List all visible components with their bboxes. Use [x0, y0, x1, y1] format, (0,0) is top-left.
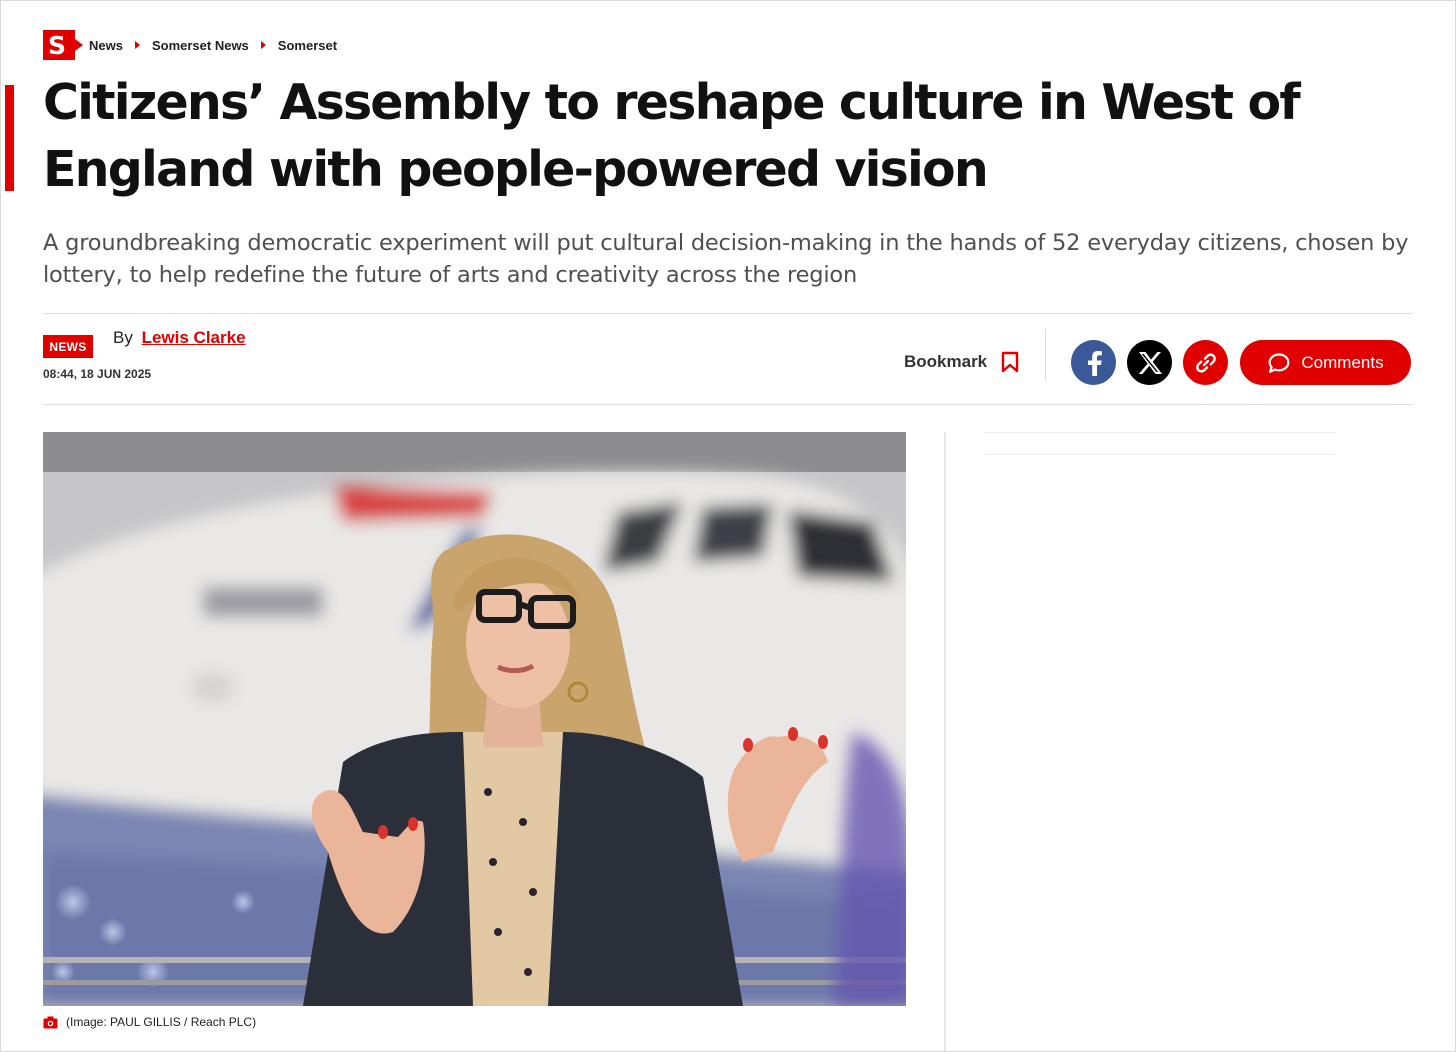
comments-button[interactable]: Comments — [1240, 340, 1411, 385]
column-divider — [944, 432, 946, 1051]
divider — [43, 313, 1413, 314]
breadcrumb-item-somerset[interactable]: Somerset — [278, 38, 337, 53]
breadcrumb-item-somerset-news[interactable]: Somerset News — [152, 38, 249, 53]
bookmark-icon — [1001, 351, 1019, 373]
comment-bubble-icon — [1269, 352, 1290, 373]
divider — [43, 404, 1413, 405]
caption-text: (Image: PAUL GILLIS / Reach PLC) — [66, 1015, 257, 1029]
facebook-share-button[interactable] — [1071, 340, 1116, 385]
article-headline: Citizens’ Assembly to reshape culture in… — [43, 74, 1301, 198]
x-icon — [1138, 351, 1162, 374]
sidebar-divider — [985, 432, 1335, 433]
breadcrumb-arrow-icon — [134, 41, 140, 49]
category-badge[interactable]: NEWS — [43, 335, 93, 358]
article-standfirst: A groundbreaking democratic experiment w… — [43, 230, 1409, 288]
byline: By Lewis Clarke — [113, 328, 246, 348]
publish-timestamp: 08:44, 18 JUN 2025 — [43, 367, 152, 381]
x-share-button[interactable] — [1127, 340, 1172, 385]
byline-prefix: By — [113, 328, 133, 347]
article-page: S News Somerset News Somerset Citizens’ … — [0, 0, 1456, 1052]
image-caption: (Image: PAUL GILLIS / Reach PLC) — [43, 1014, 256, 1030]
breadcrumb-arrow-icon — [260, 41, 266, 49]
article-hero-image[interactable] — [43, 432, 906, 1006]
author-link[interactable]: Lewis Clarke — [142, 328, 246, 347]
logo-letter: S — [47, 30, 66, 60]
breadcrumb: S News Somerset News Somerset — [43, 30, 337, 60]
facebook-icon — [1087, 350, 1102, 376]
comments-label: Comments — [1301, 352, 1384, 372]
link-icon — [1195, 352, 1216, 373]
breadcrumb-item-news[interactable]: News — [89, 38, 123, 53]
copy-link-button[interactable] — [1183, 340, 1228, 385]
sidebar-divider — [985, 454, 1335, 455]
photo-illustration — [43, 432, 906, 1006]
action-divider — [1045, 329, 1046, 381]
camera-icon — [43, 1016, 58, 1028]
site-logo[interactable]: S — [43, 30, 83, 60]
bookmark-button[interactable]: Bookmark — [904, 349, 1019, 375]
headline-accent-bar — [5, 85, 14, 191]
bookmark-label: Bookmark — [904, 352, 988, 371]
